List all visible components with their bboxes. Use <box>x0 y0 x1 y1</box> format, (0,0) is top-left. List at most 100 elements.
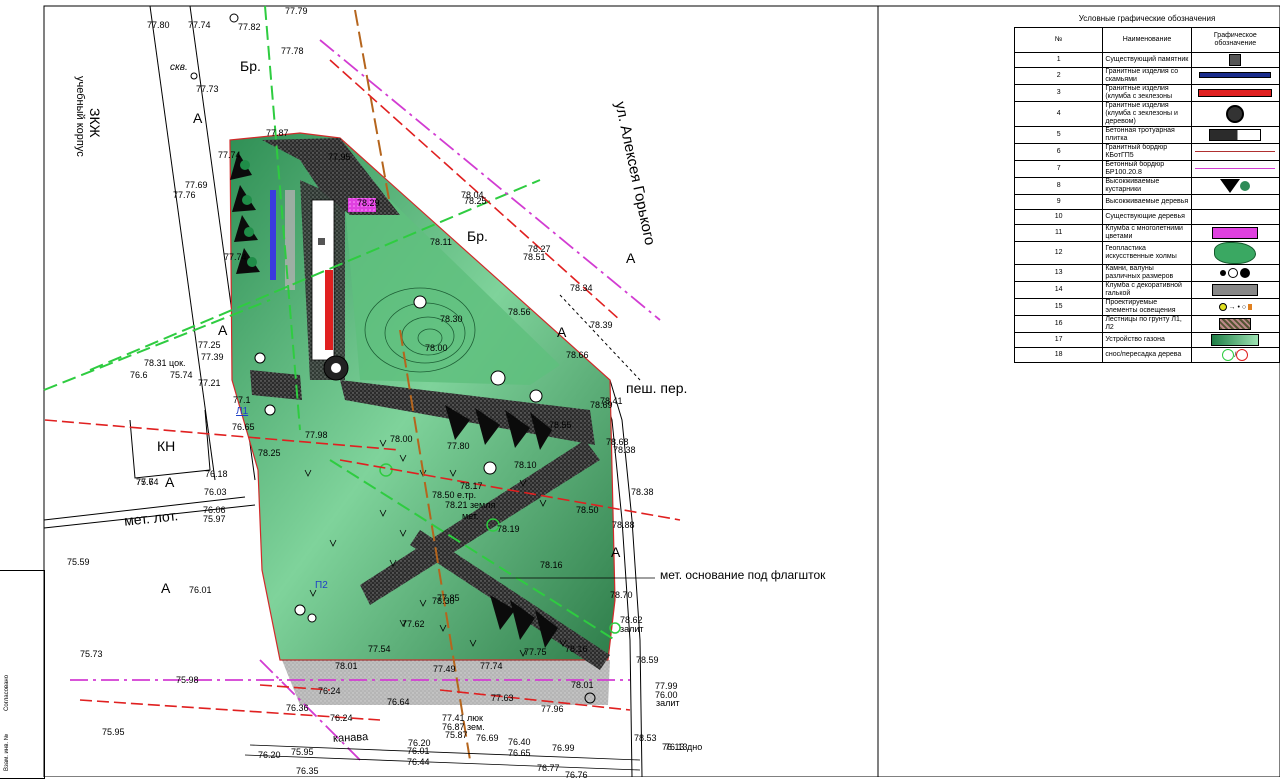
shrub-icon <box>1190 177 1280 195</box>
elevation-label: 77.80 <box>447 441 470 451</box>
lawn-icon <box>1190 332 1280 348</box>
existing-tree-icon <box>1190 209 1280 225</box>
elevation-label: 77.25 <box>198 340 221 350</box>
elevation-label: 78.04 <box>461 190 484 200</box>
elevation-label: 76.65 <box>508 748 531 758</box>
elevation-label: 78.10 <box>514 460 537 470</box>
tree-removal-icon: / <box>1190 347 1280 363</box>
elevation-label: 77.96 <box>541 704 564 714</box>
elevation-label: 76.20 <box>258 750 281 760</box>
skv-label: скв. <box>170 62 188 73</box>
legend-num: 7 <box>1013 160 1104 178</box>
elevation-label: 77.74 <box>188 20 211 30</box>
legend-row: 9 Высокживаемые деревья <box>1013 194 1280 210</box>
elevation-label: 78.11 <box>430 237 452 247</box>
legend-num: 17 <box>1013 332 1104 348</box>
zone-a-1: А <box>193 110 203 126</box>
elevation-label: 75.95 <box>102 727 125 737</box>
legend-num: 1 <box>1013 52 1104 68</box>
pedestrian-path-label: пеш. пер. <box>626 380 688 396</box>
legend-title: Условные графические обозначения <box>1078 14 1216 23</box>
legend-num: 15 <box>1013 298 1104 316</box>
elevation-label: 77.95 <box>328 152 351 162</box>
elevation-label: 76.6 <box>130 370 148 380</box>
flowerbed-icon <box>1190 224 1280 242</box>
legend-num: 9 <box>1013 194 1104 210</box>
elevation-label: 78.62 <box>620 615 643 625</box>
elevation-label: 77.63 <box>491 693 514 703</box>
elevation-label: 77.82 <box>238 22 261 32</box>
legend-row: 10 Существующие деревья <box>1013 209 1280 225</box>
elevation-label: 76.99 <box>552 743 575 753</box>
elevation-label: 76.40 <box>508 737 531 747</box>
flagpole-label: мет. основание под флагшток <box>660 568 826 582</box>
elevation-label: 78.19 <box>497 524 520 534</box>
legend-num: 16 <box>1013 315 1104 333</box>
elevation-label: 77.6 <box>136 477 154 487</box>
zone-a-3: А <box>165 474 175 490</box>
elevation-label: 77.21 <box>198 378 221 388</box>
legend-row: 1 Существующий памятник <box>1013 52 1280 68</box>
elevation-label: 77.98 <box>305 430 328 440</box>
paving-icon <box>1190 126 1280 144</box>
building-sub-label: учебный корпус <box>74 76 86 157</box>
elevation-label: 78.27 <box>528 244 551 254</box>
legend-num: 18 <box>1013 347 1104 363</box>
legend-num: 8 <box>1013 177 1104 195</box>
legend-col-sym: Графическое обозначение <box>1190 27 1280 53</box>
zone-a-4: А <box>161 580 171 596</box>
elevation-label: 78.69 <box>590 400 613 410</box>
elevation-label: 75.98 <box>176 675 199 685</box>
elevation-label: 76.77 <box>537 763 560 773</box>
tree-icon <box>1190 194 1280 210</box>
zone-a-7: А <box>611 544 621 560</box>
elevation-label: 78.50 <box>576 505 599 515</box>
elevation-label: 78.16 <box>540 560 563 570</box>
elevation-label: 77.80 <box>147 20 170 30</box>
elevation-label: 78.66 <box>566 350 589 360</box>
granite-tree-icon <box>1190 101 1280 127</box>
legend-row: 6 Гранитный бордюр КБотГП5 <box>1013 143 1280 161</box>
elevation-label: 75.95 <box>291 747 314 757</box>
zone-a-2: А <box>218 322 228 338</box>
legend-name: Гранитные изделия (клумба с зеклезоны <box>1102 84 1192 102</box>
elevation-label: 78.16 <box>565 644 588 654</box>
kn-label: КН <box>157 438 176 454</box>
legend-num: 14 <box>1013 281 1104 299</box>
elevation-label: 76.18 <box>205 469 228 479</box>
stairs-l1-label: Л1 <box>236 406 249 417</box>
elevation-label: 77.74 <box>480 661 503 671</box>
legend-name: Бетонный бордюр БР100.20.8 <box>1102 160 1192 178</box>
elevation-label: 77.73 <box>196 84 219 94</box>
elevation-label: 78.53 <box>634 733 657 743</box>
legend-row: 18 снос/пересадка дерева / <box>1013 347 1280 363</box>
legend-row: 4 Гранитные изделия (клумба с зеклезоны и… <box>1013 101 1280 127</box>
legend-name: Существующий памятник <box>1102 52 1192 68</box>
elevation-label: 78.00 <box>425 343 448 353</box>
elevation-label: 77.87 <box>266 128 289 138</box>
stairs-icon <box>1190 315 1280 333</box>
legend-name: Гранитные изделия со скамьями <box>1102 67 1192 85</box>
elevation-label: 78.29 <box>357 198 380 208</box>
elevation-label: 75.59 <box>67 557 90 567</box>
elevation-label: 76.44 <box>407 757 430 767</box>
legend-num: 10 <box>1013 209 1104 225</box>
legend-name: Устройство газона <box>1102 332 1192 348</box>
elevation-label: 77.78 <box>281 46 304 56</box>
elevation-label: 78.70 <box>610 590 633 600</box>
geoplastic-icon <box>1190 241 1280 265</box>
elevation-label: 76.69 <box>476 733 499 743</box>
legend-row: 12 Геопластика искусственные холмы <box>1013 241 1280 265</box>
legend-row: 8 Высокживаемые кустарники <box>1013 177 1280 195</box>
elevation-label: 76.03 <box>204 487 227 497</box>
elevation-label: 78.17 <box>460 481 483 491</box>
elevation-label: 77.1 <box>233 395 251 405</box>
elevation-label: 76.35 <box>296 766 319 776</box>
elevation-label: 76.13 <box>665 742 688 752</box>
legend-name: Проектируемые элементы освещения <box>1102 298 1192 316</box>
elevation-label: 78.68 <box>606 437 629 447</box>
elevation-label: 76.76 <box>565 770 588 780</box>
stamp-inv: Взам. инв. № <box>4 733 10 771</box>
elevation-label: 77.74 <box>218 150 241 160</box>
legend-row: 16 Лестницы по грунту Л1, Л2 <box>1013 315 1280 333</box>
